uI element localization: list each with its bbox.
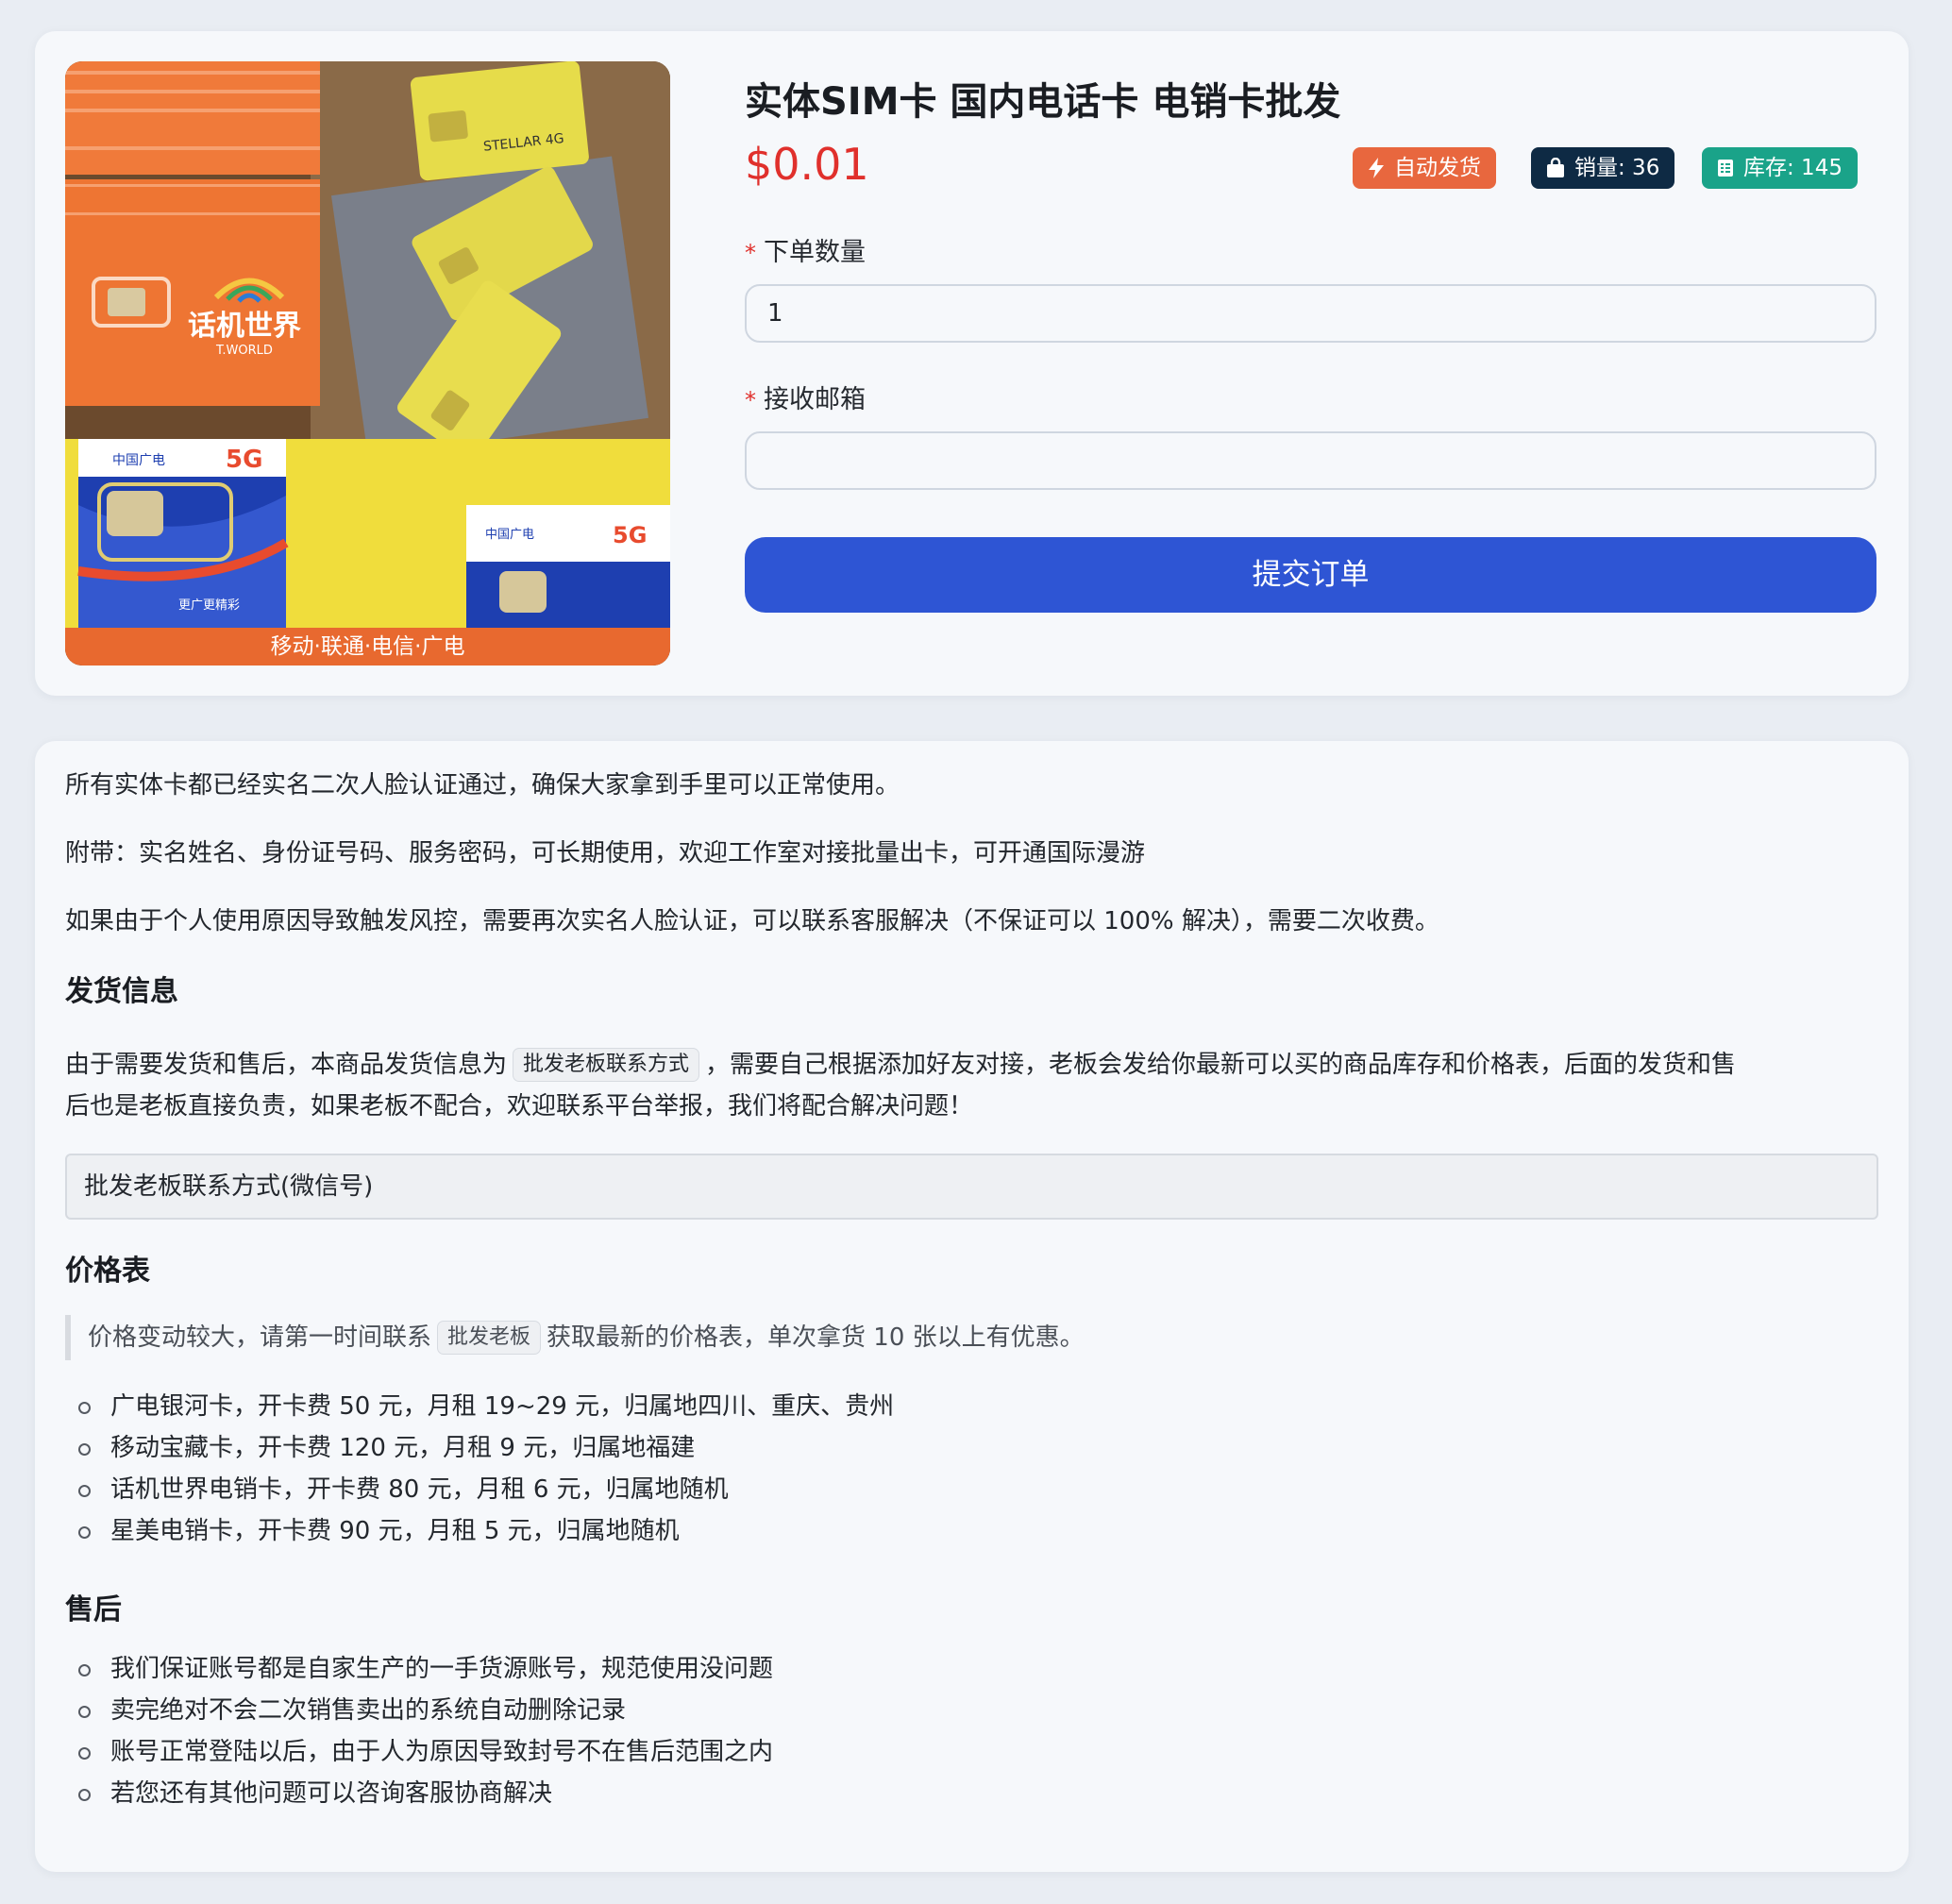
sales-badge: 销量: 36 — [1531, 147, 1675, 189]
quantity-label: * 下单数量 — [745, 231, 866, 268]
sim-cards-photo: 话机世界 T.WORLD STELLAR 4G 中国广电 5G 更广更精彩 中国… — [65, 61, 670, 666]
sales-label: 销量: 36 — [1574, 156, 1660, 180]
product-image: 话机世界 T.WORLD STELLAR 4G 中国广电 5G 更广更精彩 中国… — [65, 61, 670, 666]
quantity-label-text: 下单数量 — [764, 238, 866, 267]
shipping-text: ，需要自己根据添加好友对接，老板会发给你最新可以买的商品库存和价格表，后面的发货… — [705, 1051, 1737, 1079]
email-input[interactable] — [745, 431, 1876, 490]
aftersale-list: 我们保证账号都是自家生产的一手货源账号，规范使用没问题 卖完绝对不会二次销售卖出… — [65, 1648, 773, 1814]
email-label: * 接收邮箱 — [745, 379, 866, 415]
shipping-text: 由于需要发货和售后，本商品发货信息为 — [65, 1051, 508, 1079]
product-card: 话机世界 T.WORLD STELLAR 4G 中国广电 5G 更广更精彩 中国… — [35, 31, 1909, 696]
contact-code-block: 批发老板联系方式(微信号) — [65, 1154, 1878, 1220]
quote-text: 获取最新的价格表，单次拿货 10 张以上有优惠。 — [547, 1323, 1085, 1352]
shipping-paragraph-line2: 后也是老板直接负责，如果老板不配合，欢迎联系平台举报，我们将配合解决问题！ — [65, 1092, 974, 1120]
required-mark: * — [745, 387, 756, 413]
submit-order-button[interactable]: 提交订单 — [745, 537, 1876, 613]
inline-code: 批发老板联系方式 — [513, 1048, 700, 1082]
intro-paragraph: 附带：实名姓名、身份证号码、服务密码，可长期使用，欢迎工作室对接批量出卡，可开通… — [65, 839, 1146, 868]
brand-en-text: T.WORLD — [215, 344, 273, 358]
product-price: $0.01 — [745, 139, 869, 190]
broadnet-text-2: 中国广电 — [485, 528, 534, 542]
aftersale-list-item: 我们保证账号都是自家生产的一手货源账号，规范使用没问题 — [65, 1648, 773, 1690]
aftersale-heading: 售后 — [65, 1593, 122, 1626]
broadnet-text: 中国广电 — [112, 453, 165, 468]
shipping-heading: 发货信息 — [65, 975, 178, 1008]
pricing-heading: 价格表 — [65, 1255, 150, 1288]
bag-icon — [1547, 158, 1564, 177]
aftersale-list-item: 若您还有其他问题可以咨询客服协商解决 — [65, 1773, 773, 1814]
shipping-paragraph: 由于需要发货和售后，本商品发货信息为 批发老板联系方式 ，需要自己根据添加好友对接，… — [65, 1044, 1736, 1086]
auto-delivery-badge: 自动发货 — [1353, 147, 1496, 189]
price-list-item: 广电银河卡，开卡费 50 元，月租 19~29 元，归属地四川、重庆、贵州 — [65, 1386, 894, 1427]
price-list: 广电银河卡，开卡费 50 元，月租 19~29 元，归属地四川、重庆、贵州 移动… — [65, 1386, 894, 1552]
5g-text: 5G — [226, 446, 262, 474]
list-icon — [1718, 160, 1733, 177]
brand-text: 话机世界 — [188, 310, 301, 343]
description-card: 所有实体卡都已经实名二次人脸认证通过，确保大家拿到手里可以正常使用。 附带：实名… — [35, 741, 1909, 1872]
inline-code: 批发老板 — [437, 1321, 542, 1355]
product-title: 实体SIM卡 国内电话卡 电销卡批发 — [745, 80, 1341, 124]
aftersale-list-item: 账号正常登陆以后，由于人为原因导致封号不在售后范围之内 — [65, 1731, 773, 1773]
intro-paragraph: 所有实体卡都已经实名二次人脸认证通过，确保大家拿到手里可以正常使用。 — [65, 771, 900, 800]
required-mark: * — [745, 240, 756, 266]
image-caption: 移动·联通·电信·广电 — [65, 628, 670, 666]
quote-text: 价格变动较大，请第一时间联系 — [88, 1323, 432, 1352]
pricing-quote: 价格变动较大，请第一时间联系 批发老板 获取最新的价格表，单次拿货 10 张以上有优… — [65, 1315, 1085, 1360]
stock-badge: 库存: 145 — [1702, 147, 1858, 189]
auto-delivery-label: 自动发货 — [1394, 156, 1481, 180]
price-list-item: 星美电销卡，开卡费 90 元，月租 5 元，归属地随机 — [65, 1510, 894, 1552]
price-list-item: 话机世界电销卡，开卡费 80 元，月租 6 元，归属地随机 — [65, 1469, 894, 1510]
quantity-input[interactable] — [745, 284, 1876, 343]
aftersale-list-item: 卖完绝对不会二次销售卖出的系统自动删除记录 — [65, 1690, 773, 1731]
bolt-icon — [1369, 158, 1384, 178]
intro-paragraph: 如果由于个人使用原因导致触发风控，需要再次实名人脸认证，可以联系客服解决（不保证… — [65, 907, 1439, 935]
5g-text-2: 5G — [613, 522, 647, 548]
email-label-text: 接收邮箱 — [764, 385, 866, 414]
price-list-item: 移动宝藏卡，开卡费 120 元，月租 9 元，归属地福建 — [65, 1427, 894, 1469]
slogan-text: 更广更精彩 — [178, 598, 240, 613]
stock-label: 库存: 145 — [1743, 156, 1843, 180]
